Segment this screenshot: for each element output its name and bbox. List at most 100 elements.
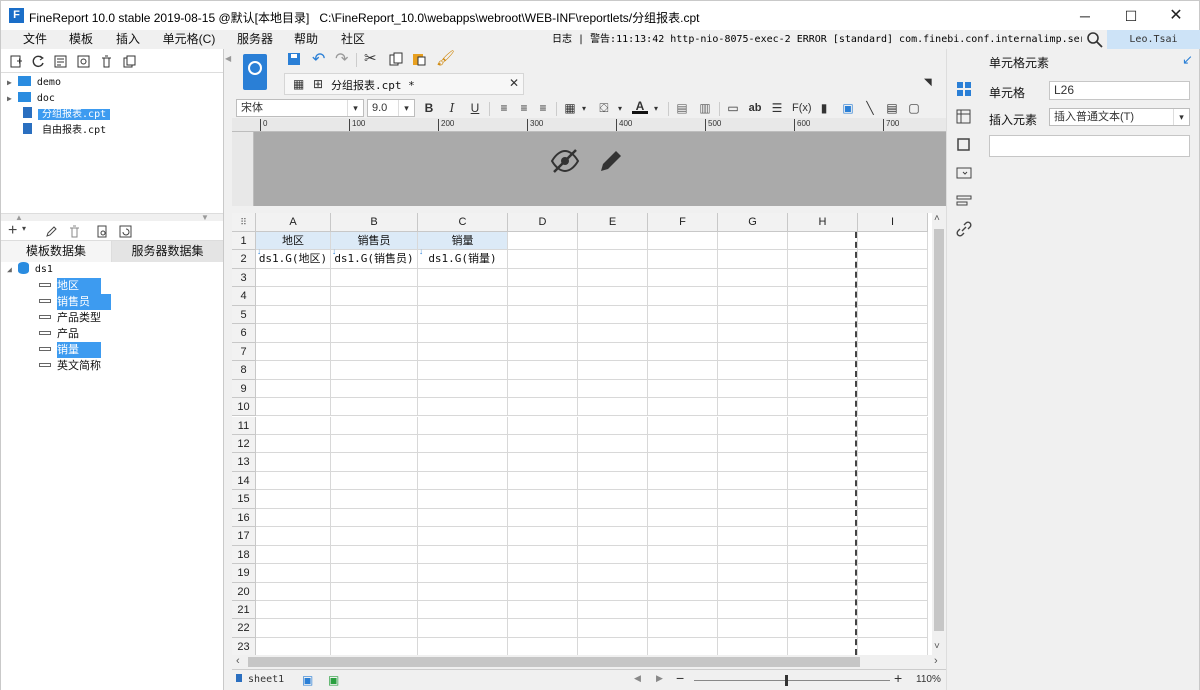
cell-D19[interactable] bbox=[508, 564, 578, 583]
spreadsheet-grid[interactable]: ⠿ ABCDEFGHI 1 2 3 4 5 6 7 8 9 10 11 12 13 14 15 16 17 18 1… bbox=[232, 213, 932, 655]
cell-C2[interactable]: ds1.G(销量) bbox=[418, 250, 508, 269]
align-center-icon[interactable]: ≡ bbox=[516, 100, 532, 116]
cell-G22[interactable] bbox=[718, 619, 788, 638]
cell-F19[interactable] bbox=[648, 564, 718, 583]
hyperlink-icon[interactable] bbox=[956, 221, 972, 237]
cell-D2[interactable] bbox=[508, 250, 578, 269]
collapse-arrow-icon[interactable]: ◢ bbox=[7, 265, 12, 274]
add-dashboard-sheet-icon[interactable]: ▣ bbox=[328, 673, 339, 687]
cell-D8[interactable] bbox=[508, 361, 578, 380]
cell-E23[interactable] bbox=[578, 637, 648, 655]
tree-item-ds1[interactable]: ◢ ds1 bbox=[7, 262, 53, 278]
cell-F2[interactable] bbox=[648, 250, 718, 269]
preview-icon[interactable] bbox=[96, 225, 109, 238]
cell-I1[interactable] bbox=[858, 232, 928, 251]
locate-icon[interactable] bbox=[77, 55, 90, 68]
cell-I3[interactable] bbox=[858, 268, 928, 288]
menu-template[interactable]: 模板 bbox=[65, 30, 97, 49]
maximize-button[interactable]: ☐ bbox=[1108, 1, 1154, 31]
cell-H2[interactable] bbox=[788, 250, 858, 269]
underline-icon[interactable]: U bbox=[467, 100, 483, 116]
cell-G12[interactable] bbox=[718, 434, 788, 454]
cell-I20[interactable] bbox=[858, 582, 928, 601]
cell-content-input[interactable] bbox=[989, 135, 1190, 157]
cell-H7[interactable] bbox=[788, 342, 858, 362]
cell-H22[interactable] bbox=[788, 619, 858, 638]
row-header-7[interactable]: 7 bbox=[232, 342, 256, 362]
cell-E16[interactable] bbox=[578, 508, 648, 528]
cell-B17[interactable] bbox=[331, 527, 418, 546]
cell-attribute-icon[interactable] bbox=[956, 109, 972, 125]
cell-F1[interactable] bbox=[648, 232, 718, 251]
cell-A3[interactable] bbox=[256, 268, 331, 288]
align-right-icon[interactable]: ≡ bbox=[535, 100, 551, 116]
insert-slash-icon[interactable]: ╲ bbox=[862, 100, 878, 116]
cell-C8[interactable] bbox=[418, 361, 508, 380]
cell-F12[interactable] bbox=[648, 434, 718, 454]
add-dataset-icon[interactable]: + bbox=[8, 222, 17, 240]
page-header-area[interactable] bbox=[254, 132, 946, 206]
widget-icon[interactable] bbox=[956, 165, 972, 181]
new-template-icon[interactable] bbox=[10, 55, 23, 68]
cell-E6[interactable] bbox=[578, 324, 648, 343]
cell-E17[interactable] bbox=[578, 527, 648, 546]
cell-H6[interactable] bbox=[788, 324, 858, 343]
cell-I6[interactable] bbox=[858, 324, 928, 343]
insert-formula-icon[interactable]: ☰ bbox=[769, 100, 785, 116]
cell-D18[interactable] bbox=[508, 545, 578, 565]
scroll-right-icon[interactable]: › bbox=[934, 655, 938, 667]
cell-I14[interactable] bbox=[858, 471, 928, 491]
template-mode-button[interactable] bbox=[243, 54, 267, 90]
cell-A6[interactable] bbox=[256, 324, 331, 343]
tree-item-free-report[interactable]: 自由报表.cpt bbox=[23, 123, 110, 139]
cell-E15[interactable] bbox=[578, 490, 648, 509]
cell-D9[interactable] bbox=[508, 379, 578, 399]
cell-G2[interactable] bbox=[718, 250, 788, 269]
cell-B22[interactable] bbox=[331, 619, 418, 638]
cell-H23[interactable] bbox=[788, 637, 858, 655]
scroll-down-icon[interactable]: ˅ bbox=[934, 641, 940, 652]
cell-E1[interactable] bbox=[578, 232, 648, 251]
field-item-salesperson[interactable]: 销售员 bbox=[39, 294, 112, 310]
cell-B7[interactable] bbox=[331, 342, 418, 362]
cell-A21[interactable] bbox=[256, 601, 331, 620]
vertical-scrollbar[interactable]: ˄ ˅ bbox=[932, 213, 946, 655]
zoom-slider-thumb[interactable] bbox=[785, 675, 788, 686]
panel-splitter[interactable]: ▲ ▼ bbox=[1, 213, 223, 222]
field-item-product-type[interactable]: 产品类型 bbox=[39, 310, 101, 326]
zoom-slider-track[interactable] bbox=[694, 680, 890, 681]
cell-F5[interactable] bbox=[648, 305, 718, 325]
row-header-12[interactable]: 12 bbox=[232, 434, 256, 454]
row-header-17[interactable]: 17 bbox=[232, 527, 256, 546]
dataset-refresh-icon[interactable] bbox=[119, 225, 132, 238]
cell-H1[interactable] bbox=[788, 232, 858, 251]
cell-E14[interactable] bbox=[578, 471, 648, 491]
menu-server[interactable]: 服务器 bbox=[235, 30, 275, 49]
cell-A18[interactable] bbox=[256, 545, 331, 565]
page-prev-icon[interactable]: ◀ bbox=[634, 673, 641, 684]
field-item-sales[interactable]: 销量 bbox=[39, 342, 102, 358]
cell-H14[interactable] bbox=[788, 471, 858, 491]
tree-item-group-report[interactable]: 分组报表.cpt bbox=[23, 107, 111, 123]
horizontal-scrollbar[interactable]: ‹ › bbox=[232, 655, 946, 669]
cell-H8[interactable] bbox=[788, 361, 858, 380]
cell-I5[interactable] bbox=[858, 305, 928, 325]
cell-F15[interactable] bbox=[648, 490, 718, 509]
cell-D13[interactable] bbox=[508, 453, 578, 472]
cell-G14[interactable] bbox=[718, 471, 788, 491]
cell-H12[interactable] bbox=[788, 434, 858, 454]
cell-D17[interactable] bbox=[508, 527, 578, 546]
bold-icon[interactable]: B bbox=[421, 100, 437, 116]
cell-G13[interactable] bbox=[718, 453, 788, 472]
cell-D10[interactable] bbox=[508, 398, 578, 417]
cell-E19[interactable] bbox=[578, 564, 648, 583]
cell-A15[interactable] bbox=[256, 490, 331, 509]
scrollbar-thumb[interactable] bbox=[248, 657, 860, 667]
cell-element-icon[interactable] bbox=[956, 81, 972, 97]
cell-I2[interactable] bbox=[858, 250, 928, 269]
cell-F11[interactable] bbox=[648, 416, 718, 435]
cell-E2[interactable] bbox=[578, 250, 648, 269]
cell-H20[interactable] bbox=[788, 582, 858, 601]
fill-color-icon[interactable]: ⛋ bbox=[596, 100, 612, 116]
cell-I16[interactable] bbox=[858, 508, 928, 528]
